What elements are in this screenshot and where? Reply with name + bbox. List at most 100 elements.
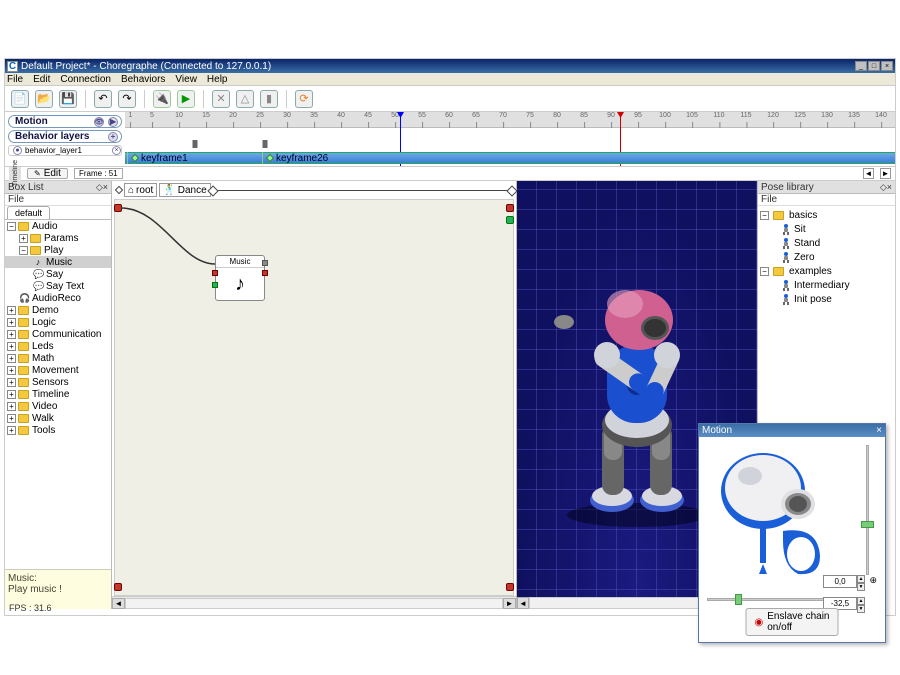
pose-init pose[interactable]: Init pose [760,292,893,306]
open-project-button[interactable]: 📂 [35,90,53,108]
undo-button[interactable]: ↶ [94,90,112,108]
motion-label: Motion [15,116,48,127]
tree-node-sensors[interactable]: +Sensors [5,376,111,388]
scroll-left-button[interactable]: ◄ [112,598,125,609]
box-param-port[interactable] [262,260,268,266]
keyframe-track[interactable] [125,152,895,164]
tree-node-video[interactable]: +Video [5,400,111,412]
tree-node-walk[interactable]: +Walk [5,412,111,424]
tree-leaf-say[interactable]: 💬Say [5,268,111,280]
motion-dialog-close[interactable]: × [876,425,882,436]
tree-leaf-audioreco[interactable]: 🎧AudioReco [5,292,111,304]
add-layer-button[interactable]: + [108,132,118,142]
canvas-output-port[interactable] [506,204,514,212]
menu-behaviors[interactable]: Behaviors [121,74,165,85]
horizontal-slider[interactable] [707,594,835,606]
vslider-spinner[interactable]: ▲▼ [857,575,865,588]
new-project-button[interactable]: 📄 [11,90,29,108]
box-input-port-2[interactable] [212,282,218,288]
menu-edit[interactable]: Edit [33,74,50,85]
box-output-port[interactable] [262,270,268,276]
keyframe-marker[interactable] [193,140,198,148]
tree-node-timeline[interactable]: +Timeline [5,388,111,400]
play-button[interactable]: ▶ [177,90,195,108]
behavior-layers-header[interactable]: Behavior layers + [8,130,122,143]
crumb-dance[interactable]: 🕺Dance [159,183,210,197]
scrollbar-track[interactable] [125,598,503,609]
box-list-tab-default[interactable]: default [7,206,50,219]
hslider-thumb[interactable] [735,594,742,605]
tree-node-math[interactable]: +Math [5,352,111,364]
toolbar: 📄 📂 💾 ↶ ↷ 🔌 ▶ ✕ △ ▮ ⟳ [5,86,895,112]
pose-intermediary[interactable]: Intermediary [760,278,893,292]
tree-node-tools[interactable]: +Tools [5,424,111,436]
ruler-tick: 95 [634,112,642,119]
menu-file[interactable]: File [7,74,23,85]
tree-node-play[interactable]: −Play [5,244,111,256]
keyframe-marker[interactable] [263,140,268,148]
menu-connection[interactable]: Connection [60,74,111,85]
motion-dialog[interactable]: Motion× 0,0 ▲▼ ⊕ -32,5 ▲▼ ◉Enslave chain… [698,423,886,643]
tree-node-logic[interactable]: +Logic [5,316,111,328]
vslider-value[interactable]: 0,0 [823,575,857,588]
hslider-spinner[interactable]: ▲▼ [857,597,865,610]
stop-button[interactable]: ✕ [212,90,230,108]
keyframe-item[interactable]: keyframe1 [127,152,192,164]
edit-timeline-button[interactable]: ✎ Edit [27,168,68,179]
tree-node-demo[interactable]: +Demo [5,304,111,316]
behavior-layer-row[interactable]: ● behavior_layer1 × [8,145,122,156]
pose-stand[interactable]: Stand [760,236,893,250]
timeline-ruler-area[interactable]: 1510152025303540455055606570758085909510… [125,112,895,166]
ruler-tick: 70 [499,112,507,119]
tree-leaf-music[interactable]: ♪Music [5,256,111,268]
pose-folder-basics[interactable]: −basics [760,208,893,222]
crumb-root[interactable]: ⌂root [124,183,157,197]
tree-node-audio[interactable]: −Audio [5,220,111,232]
pose-lib-file-menu[interactable]: File [761,194,777,205]
layer-delete-button[interactable]: × [112,146,121,155]
tree-leaf-saytext[interactable]: 💬Say Text [5,280,111,292]
connect-button[interactable]: 🔌 [153,90,171,108]
flow-canvas[interactable]: Music ♪ [114,199,514,596]
tree-node-movement[interactable]: +Movement [5,364,111,376]
box-list-undock[interactable]: ◇ [96,182,103,193]
scroll-right-button[interactable]: ► [503,598,516,609]
pose-zero[interactable]: Zero [760,250,893,264]
warning-button[interactable]: △ [236,90,254,108]
box-list-close[interactable]: × [103,182,108,192]
pose-lib-close[interactable]: × [887,182,892,192]
save-project-button[interactable]: 💾 [59,90,77,108]
canvas-stopped-port[interactable] [506,583,514,591]
pose-folder-examples[interactable]: −examples [760,264,893,278]
ruler-tick: 120 [767,112,779,119]
box-list-file-menu[interactable]: File [8,194,24,205]
vertical-slider[interactable] [857,445,879,595]
canvas-stop-port[interactable] [114,583,122,591]
close-window-button[interactable]: × [881,61,893,71]
pose-sit[interactable]: Sit [760,222,893,236]
timeline-ruler[interactable]: 1510152025303540455055606570758085909510… [125,112,895,128]
motion-play-toggle[interactable]: ▶ [108,117,118,127]
timeline-scroll-left[interactable]: ◄ [863,168,874,179]
box-input-port[interactable] [212,270,218,276]
tree-node-params[interactable]: +Params [5,232,111,244]
motion-visibility-toggle[interactable]: 👁 [94,117,104,127]
view3d-scroll-left[interactable]: ◄ [517,597,529,609]
menu-help[interactable]: Help [207,74,228,85]
canvas-output-port-2[interactable] [506,216,514,224]
tree-node-leds[interactable]: +Leds [5,340,111,352]
motion-track-header[interactable]: Motion 👁 ▶ [8,115,122,128]
redo-button[interactable]: ↷ [118,90,136,108]
keyframe-item[interactable]: keyframe26 [262,152,332,164]
music-box[interactable]: Music ♪ [215,255,265,301]
timeline-scroll-right[interactable]: ► [880,168,891,179]
upload-button[interactable]: ⟳ [295,90,313,108]
maximize-button[interactable]: □ [868,61,880,71]
menu-view[interactable]: View [175,74,197,85]
pose-lib-undock[interactable]: ◇ [880,182,887,193]
vslider-thumb[interactable] [861,521,874,528]
minimize-button[interactable]: _ [855,61,867,71]
tree-node-communication[interactable]: +Communication [5,328,111,340]
layer-enable-toggle[interactable]: ● [13,146,22,155]
enslave-chain-button[interactable]: ◉Enslave chain on/off [746,608,839,636]
